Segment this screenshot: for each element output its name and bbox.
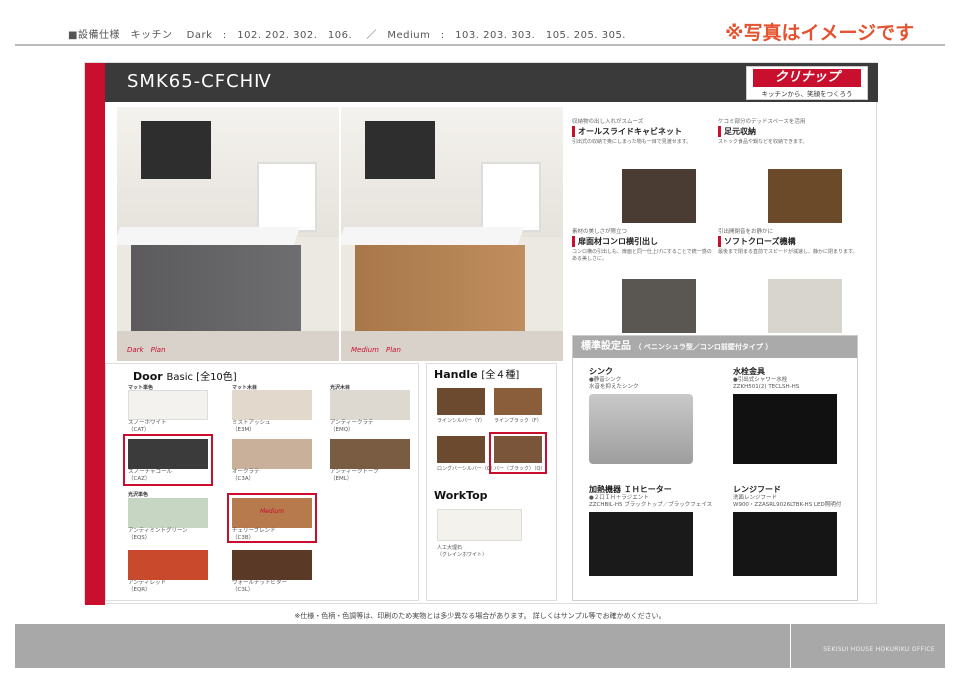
company-name: SEKISUI HOUSE HOKURIKU OFFICE: [823, 646, 935, 653]
feature-image: [768, 169, 842, 223]
red-side-bar: [85, 63, 105, 605]
handle-heading: Handle [全４種]: [434, 368, 520, 381]
swatch: [330, 390, 410, 420]
spec-header: ■設備仕様 キッチン Dark : 102. 202. 302. 106. ／ …: [68, 30, 626, 41]
feature-item: 素材の美しさが際立つ 扉面材コンロ横引出し コンロ横の引出しも、扉面と同一仕上げにす…: [572, 227, 712, 335]
faucet-image: [733, 394, 837, 465]
swatch: [232, 439, 312, 469]
swatch: [330, 439, 410, 469]
plan-label-medium: Medium Plan: [351, 346, 401, 354]
heater-item: 加熱機器 ＩＨヒーター ●２口ＩＨ＋ラジエント ZZCHBIL-H5 ブラックトップ…: [589, 484, 719, 577]
swatch: [128, 390, 208, 420]
cleanup-logo: クリナップ キッチンから、笑顔をつくろう: [746, 66, 868, 100]
swatch: [128, 439, 208, 469]
sink-item: シンク ●静音シンク 水音を抑えたシンク: [589, 366, 719, 465]
feature-grid: 収納物の出し入れがスムーズ オールスライドキャビネット 引出式の収納で奥にしまった物…: [572, 107, 862, 335]
swatch: Medium: [232, 498, 312, 528]
worktop-swatch: [437, 509, 522, 541]
ih-heater-image: [589, 512, 693, 577]
door-heading: Door Basic [全10色]: [133, 370, 237, 383]
feature-image: [622, 279, 696, 333]
title-bar: SMK65-CFCHⅣ クリナップ キッチンから、笑顔をつくろう: [105, 63, 878, 102]
feature-image: [622, 169, 696, 223]
swatch: [128, 498, 208, 528]
worktop-heading: WorkTop: [434, 489, 488, 502]
standard-equipment: 標準設定品 （ ペニンシュラ型／コンロ前壁付タイプ ） シンク ●静音シンク 水音を…: [572, 335, 858, 601]
swatch: [232, 390, 312, 420]
footer-bar: SEKISUI HOUSE HOKURIKU OFFICE: [15, 624, 945, 668]
hood-item: レンジフード 洗面レンジフード W900・ZZASRL9026LTBK-HS LED…: [733, 484, 863, 577]
feature-item: 引出開閉音をお静かに ソフトクローズ機構 最後まで閉まる直前でスピードが減速し、静か…: [718, 227, 858, 335]
kitchen-photo-medium: Medium Plan: [341, 107, 563, 361]
door-color-panel: Door Basic [全10色] マット単色 マット木目 光沢木目 光沢単色 …: [105, 363, 419, 601]
range-hood-image: [733, 512, 837, 577]
feature-item: 収納物の出し入れがスムーズ オールスライドキャビネット 引出式の収納で奥にしまった物…: [572, 117, 712, 225]
handle-swatch: [494, 436, 542, 463]
faucet-item: 水栓金具 ●引出式シャワー水栓 ZZKH501(2) TECLSH-HS: [733, 366, 863, 465]
feature-item: ケコミ部分のデッドスペースを活用 足元収納 ストック食品や鍋などを収納できます。: [718, 117, 858, 225]
standard-heading: 標準設定品 （ ペニンシュラ型／コンロ前壁付タイプ ）: [573, 336, 857, 358]
disclaimer: ※仕様・色柄・色調等は、印刷のため実物とは多少異なる場合があります。 詳しくはサ…: [294, 612, 666, 620]
feature-image: [768, 279, 842, 333]
kitchen-photo-dark: Dark Plan: [117, 107, 339, 361]
handle-panel: Handle [全４種] ラインシルバー（Y） ラインブラック（F） ロングバー…: [426, 363, 557, 601]
catalog-sheet: SMK65-CFCHⅣ クリナップ キッチンから、笑顔をつくろう Dark Pl…: [84, 62, 878, 605]
swatch: [128, 550, 208, 580]
plan-label-dark: Dark Plan: [127, 346, 166, 354]
model-title: SMK65-CFCHⅣ: [127, 71, 272, 92]
handle-swatch: [437, 388, 485, 415]
handle-swatch: [494, 388, 542, 415]
handle-swatch: [437, 436, 485, 463]
swatch: [232, 550, 312, 580]
sink-image: [589, 394, 693, 465]
image-note: ※写真はイメージです: [725, 22, 915, 44]
